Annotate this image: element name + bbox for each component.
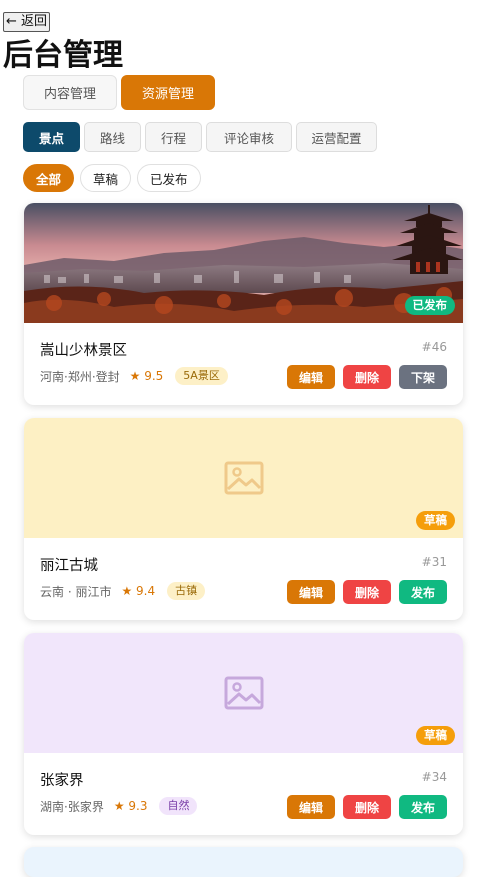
attraction-rating: ★ 9.5 — [129, 369, 164, 383]
tab-content-management[interactable]: 内容管理 — [23, 75, 117, 110]
tab-routes[interactable]: 路线 — [84, 122, 141, 152]
attraction-location: 云南 · 丽江市 — [40, 584, 112, 599]
attraction-location: 河南·郑州·登封 — [40, 369, 120, 384]
card-actions: 编辑 删除 下架 — [287, 365, 447, 389]
attraction-meta: 云南 · 丽江市 ★ 9.4 古镇 — [40, 582, 206, 600]
attraction-card: 已发布 嵩山少林景区 #46 河南·郑州·登封 ★ 9.5 5A景区 编辑 删除… — [24, 203, 463, 405]
attraction-name: 张家界 — [40, 773, 84, 789]
card-actions: 编辑 删除 发布 — [287, 795, 447, 819]
attraction-photo: 草稿 — [24, 418, 463, 538]
attraction-id: #34 — [421, 770, 447, 784]
attraction-name: 嵩山少林景区 — [40, 343, 127, 359]
publish-button[interactable]: 发布 — [399, 580, 447, 604]
pagoda-city-photo — [24, 203, 463, 323]
edit-button[interactable]: 编辑 — [287, 795, 335, 819]
card-body: 丽江古城 #31 云南 · 丽江市 ★ 9.4 古镇 编辑 删除 发布 — [24, 538, 463, 620]
filter-all[interactable]: 全部 — [23, 164, 75, 192]
tab-review-moderation[interactable]: 评论审核 — [206, 122, 292, 152]
attraction-id: #31 — [421, 555, 447, 569]
tab-operations-config[interactable]: 运营配置 — [296, 122, 377, 152]
attraction-photo: 草稿 — [24, 633, 463, 753]
status-badge: 草稿 — [416, 726, 455, 745]
attraction-card: 草稿 丽江古城 #31 云南 · 丽江市 ★ 9.4 古镇 编辑 删除 发布 — [24, 418, 463, 620]
image-placeholder-icon — [224, 461, 263, 495]
attraction-card: 草稿 张家界 #34 湖南·张家界 ★ 9.3 自然 编辑 删除 发布 — [24, 633, 463, 835]
card-actions: 编辑 删除 发布 — [287, 580, 447, 604]
attraction-id: #46 — [421, 340, 447, 354]
status-filters: 全部 草稿 已发布 — [23, 164, 201, 192]
tab-resource-management[interactable]: 资源管理 — [121, 75, 215, 110]
tab-attractions[interactable]: 景点 — [23, 122, 80, 152]
tab-itineraries[interactable]: 行程 — [145, 122, 202, 152]
attraction-tag: 古镇 — [167, 582, 206, 600]
attraction-rating: ★ 9.4 — [121, 584, 156, 598]
delete-button[interactable]: 删除 — [343, 795, 391, 819]
card-body: 张家界 #34 湖南·张家界 ★ 9.3 自然 编辑 删除 发布 — [24, 753, 463, 835]
back-button[interactable]: ← 返回 — [3, 12, 51, 32]
attraction-meta: 湖南·张家界 ★ 9.3 自然 — [40, 797, 198, 815]
status-badge: 草稿 — [416, 511, 455, 530]
filter-draft[interactable]: 草稿 — [80, 164, 132, 192]
attraction-photo: 已发布 — [24, 203, 463, 323]
main-tabs: 内容管理 资源管理 — [23, 75, 215, 110]
attraction-tag: 自然 — [159, 797, 198, 815]
attraction-meta: 河南·郑州·登封 ★ 9.5 5A景区 — [40, 367, 228, 385]
image-placeholder-icon — [224, 676, 263, 710]
attraction-rating: ★ 9.3 — [113, 799, 148, 813]
attraction-tag: 5A景区 — [175, 367, 228, 385]
unpublish-button[interactable]: 下架 — [399, 365, 447, 389]
attraction-location: 湖南·张家界 — [40, 799, 104, 814]
attraction-card — [24, 847, 463, 877]
page-title: 后台管理 — [3, 38, 123, 73]
filter-published[interactable]: 已发布 — [137, 164, 201, 192]
delete-button[interactable]: 删除 — [343, 365, 391, 389]
publish-button[interactable]: 发布 — [399, 795, 447, 819]
status-badge: 已发布 — [404, 296, 455, 315]
attraction-name: 丽江古城 — [40, 558, 98, 574]
sub-tabs: 景点 路线 行程 评论审核 运营配置 — [23, 122, 377, 152]
card-body: 嵩山少林景区 #46 河南·郑州·登封 ★ 9.5 5A景区 编辑 删除 下架 — [24, 323, 463, 405]
edit-button[interactable]: 编辑 — [287, 365, 335, 389]
edit-button[interactable]: 编辑 — [287, 580, 335, 604]
delete-button[interactable]: 删除 — [343, 580, 391, 604]
